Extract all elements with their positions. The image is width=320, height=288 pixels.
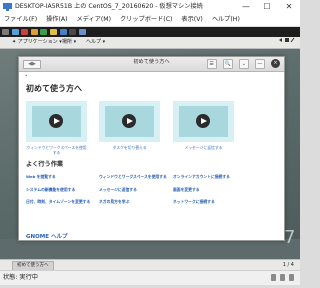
start-icon[interactable] [11, 29, 19, 35]
places-menu[interactable]: 場所 ▾ [62, 37, 76, 48]
task-link-change-screen[interactable]: 画面を変更する [173, 187, 200, 192]
task-link-online-accounts[interactable]: オンラインアカウントに接続する [173, 174, 230, 179]
turn-off-icon[interactable] [21, 29, 29, 35]
pause-icon[interactable] [49, 29, 57, 35]
task-link-date-time[interactable]: 日付、時刻、タイムゾーンを変更する [26, 199, 90, 204]
vm-toolbar [0, 27, 300, 37]
common-tasks-heading: よく行う作業 [26, 161, 64, 168]
vm-status-bar: 状態: 実行中 [0, 270, 300, 285]
getting-started-heading: 初めて使う方へ [26, 84, 82, 93]
keyboard-icon [271, 274, 277, 281]
menu-help[interactable]: ヘルプ(H) [212, 16, 240, 23]
applications-menu[interactable]: ✦ アプリケーション ▾ [12, 37, 62, 48]
system-menu[interactable] [278, 37, 296, 48]
workspace-pager[interactable]: 1 / 4 [283, 260, 294, 270]
video-thumbnail-windows[interactable] [26, 101, 87, 142]
window-list-item-help[interactable]: 初めて使う方へ [12, 261, 54, 270]
task-link-learn[interactable]: ネガの見方を学ぶ [99, 199, 129, 204]
vm-app-icon [3, 3, 12, 11]
menu-icon[interactable]: ☰ [206, 59, 217, 69]
search-icon[interactable]: 🔍 [222, 59, 233, 69]
vm-window-titlebar: DESKTOP-IA5R51B 上の CentOS_7_20160620 - 仮… [0, 0, 300, 15]
video-thumbnail-reply-message[interactable] [173, 101, 234, 142]
task-link-reply-message[interactable]: メッセージに返信する [99, 187, 137, 192]
play-icon[interactable] [49, 114, 63, 128]
help-toolbar: ☰ 🔍 ⌄ — × [206, 59, 280, 78]
help-content: 初めて使う方へ ウィンドウとワークスペースを使用する タスクを切り替える メッセ… [19, 79, 284, 240]
task-link-new-features[interactable]: システムの新機能を使用する [26, 187, 75, 192]
task-link-browse-web[interactable]: Web を閲覧する [26, 174, 56, 179]
close-button[interactable]: ✕ [279, 0, 299, 14]
breadcrumb[interactable]: • [25, 73, 31, 78]
desktop-wallpaper-number: 7 [284, 227, 296, 248]
minimize-button[interactable]: — [236, 0, 256, 14]
shutdown-icon[interactable] [30, 29, 38, 35]
status-tray [269, 274, 294, 288]
task-link-windows-workspaces[interactable]: ウィンドウとワークスペースを使用する [99, 174, 167, 179]
help-window-headerbar: ◀▶ 初めて使う方へ ☰ 🔍 ⌄ — × [19, 57, 284, 72]
revert-icon[interactable] [78, 29, 86, 35]
video-caption-switch-tasks[interactable]: タスクを切り替える [99, 145, 160, 150]
video-caption-reply-message[interactable]: メッセージに返信する [173, 145, 234, 150]
guest-screen: ✦ アプリケーション ▾ 場所 ▾ ヘルプ ▾ 7 ◀▶ 初めて使う方へ ☰ 🔍… [0, 27, 300, 270]
close-window-icon[interactable]: × [271, 59, 280, 68]
menu-action[interactable]: 操作(A) [46, 16, 67, 23]
gnome-top-bar: ✦ アプリケーション ▾ 場所 ▾ ヘルプ ▾ [0, 37, 300, 49]
task-link-network[interactable]: ネットワークに接続する [173, 199, 215, 204]
video-thumbnail-switch-tasks[interactable] [99, 101, 160, 142]
maximize-button[interactable]: ☐ [257, 0, 277, 14]
vm-menubar: ファイル(F) 操作(A) メディア(M) クリップボード(C) 表示(V) ヘ… [0, 14, 300, 26]
window-list-bar: 初めて使う方へ 1 / 4 [0, 259, 300, 270]
vm-window-title: DESKTOP-IA5R51B 上の CentOS_7_20160620 - 仮… [15, 3, 203, 10]
bookmarks-icon[interactable]: ⌄ [238, 59, 249, 69]
menu-media[interactable]: メディア(M) [77, 16, 111, 23]
checkpoint-icon[interactable] [69, 29, 77, 35]
ctrl-alt-del-icon[interactable] [2, 29, 9, 35]
mouse-icon [289, 274, 294, 281]
save-icon[interactable] [40, 29, 48, 35]
gnome-help-link[interactable]: GNOME ヘルプ [26, 232, 67, 240]
vm-status-text: 状態: 実行中 [3, 274, 38, 281]
reset-icon[interactable] [59, 29, 67, 35]
system-status-icons [279, 37, 295, 43]
play-icon[interactable] [122, 114, 136, 128]
help-app-menu[interactable]: ヘルプ ▾ [86, 37, 105, 48]
menu-view[interactable]: 表示(V) [181, 16, 202, 23]
help-window: ◀▶ 初めて使う方へ ☰ 🔍 ⌄ — × • 初めて使う方へ ウィンドウとワーク… [18, 56, 285, 241]
video-caption-windows[interactable]: ウィンドウとワークスペースを使用する [26, 145, 87, 155]
menu-file[interactable]: ファイル(F) [4, 16, 37, 23]
menu-clipboard[interactable]: クリップボード(C) [120, 16, 172, 23]
play-icon[interactable] [196, 114, 210, 128]
minimize-window-icon[interactable]: — [254, 59, 265, 69]
lock-icon [280, 274, 286, 281]
